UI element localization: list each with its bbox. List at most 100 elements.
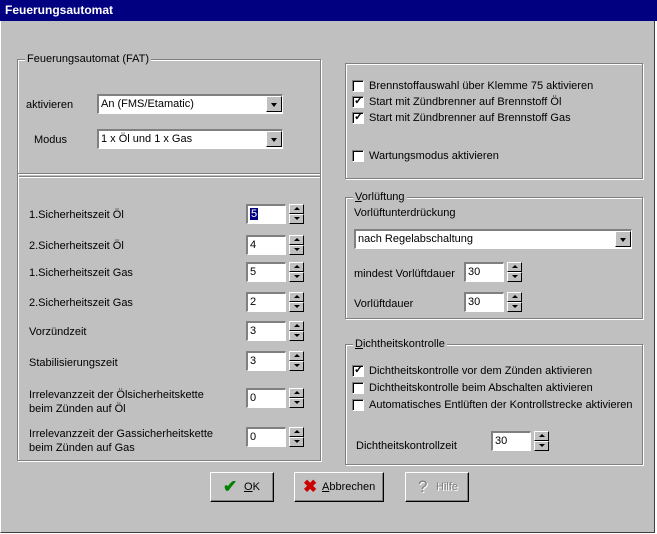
spin-up-icon[interactable]	[289, 235, 304, 245]
spin-value: 0	[250, 392, 257, 404]
window-title: Feuerungsautomat	[5, 3, 114, 17]
vorlueftdauer-label: Vorlüftdauer	[354, 298, 414, 310]
spin-down-icon[interactable]	[289, 437, 304, 447]
spin-value: 3	[250, 325, 257, 337]
modus-select[interactable]: 1 x Öl und 1 x Gas	[97, 129, 283, 149]
spin-value: 30	[495, 435, 508, 447]
aktivieren-select[interactable]: An (FMS/Etamatic)	[97, 94, 283, 114]
spin-up-icon[interactable]	[289, 262, 304, 272]
spin-field[interactable]: 30	[464, 292, 504, 312]
spin-down-icon[interactable]	[289, 245, 304, 255]
time-label-8b: beim Zünden auf Gas	[29, 442, 135, 454]
time-label-1: 1.Sicherheitszeit Öl	[29, 209, 124, 221]
ok-button-label: OK	[244, 481, 260, 493]
time-label-6: Stabilisierungszeit	[29, 357, 118, 369]
checkbox-label: Start mit Zündbrenner auf Brennstoff Gas	[369, 112, 571, 124]
spin-field[interactable]: 2	[246, 292, 286, 312]
time-label-4: 2.Sicherheitszeit Gas	[29, 297, 133, 309]
spin-up-icon[interactable]	[289, 388, 304, 398]
spin-field[interactable]: 0	[246, 427, 286, 447]
spin-field[interactable]: 0	[246, 388, 286, 408]
spin-value: 4	[250, 239, 257, 251]
mindest-vorlueftdauer-label: mindest Vorlüftdauer	[354, 268, 455, 280]
spin-value: 30	[468, 296, 481, 308]
spin-value: 5	[250, 208, 259, 220]
checkbox-label: Start mit Zündbrenner auf Brennstoff Öl	[369, 96, 562, 108]
spin-field[interactable]: 3	[246, 321, 286, 341]
help-button[interactable]: ? Hilfe	[405, 472, 469, 502]
time-label-7: Irrelevanzzeit der Ölsicherheitskette	[29, 389, 204, 401]
time-label-8: Irrelevanzzeit der Gassicherheitskette	[29, 428, 214, 440]
spin-value: 2	[250, 296, 257, 308]
help-button-label: Hilfe	[436, 481, 459, 493]
checkmark-icon: ✔	[223, 477, 238, 496]
time-label-5: Vorzündzeit	[29, 326, 87, 338]
spin-down-icon[interactable]	[289, 272, 304, 282]
cancel-button[interactable]: ✖ Abbrechen	[294, 472, 384, 502]
x-icon: ✖	[303, 477, 318, 496]
checkbox-label: Brennstoffauswahl über Klemme 75 aktivie…	[369, 80, 594, 92]
vorlueftunterdrueckung-dropdown-icon[interactable]	[615, 231, 631, 247]
question-mark-icon: ?	[418, 477, 428, 496]
check-icon: ✓	[354, 364, 364, 376]
spin-field[interactable]: 3	[246, 351, 286, 371]
spin-field[interactable]: 5	[246, 204, 286, 224]
cancel-button-label: Abbrechen	[322, 481, 376, 493]
spin-value: 30	[468, 266, 481, 278]
checkbox-box[interactable]: ✓	[352, 364, 364, 377]
spin-field[interactable]: 30	[491, 431, 531, 451]
group-dichtheit-title: Dichtheitskontrolle	[353, 337, 447, 351]
modus-label: Modus	[34, 134, 68, 146]
checkbox-box[interactable]: ✓	[352, 95, 364, 108]
spin-up-icon[interactable]	[289, 292, 304, 302]
checkbox-box[interactable]	[352, 399, 364, 411]
spin-down-icon[interactable]	[507, 302, 522, 312]
vorlueftunterdrueckung-label: Vorlüftunterdrückung	[354, 207, 456, 219]
spin-up-icon[interactable]	[534, 431, 549, 441]
time-label-3: 1.Sicherheitszeit Gas	[29, 267, 133, 279]
spin-down-icon[interactable]	[289, 214, 304, 224]
group-vorlueftung-title: Vorlüftung	[353, 190, 407, 204]
spin-down-icon[interactable]	[289, 398, 304, 408]
spin-up-icon[interactable]	[289, 204, 304, 214]
spin-up-icon[interactable]	[507, 262, 522, 272]
spin-down-icon[interactable]	[289, 361, 304, 371]
dialog-body: Feuerungsautomat (FAT) aktivieren An (FM…	[0, 21, 655, 533]
checkbox-box[interactable]	[352, 80, 364, 92]
spin-up-icon[interactable]	[289, 321, 304, 331]
spin-down-icon[interactable]	[507, 272, 522, 282]
checkbox-box[interactable]	[352, 150, 364, 162]
dichtheitskontrollzeit-label: Dichtheitskontrollzeit	[356, 440, 457, 452]
spin-value: 0	[250, 431, 257, 443]
spin-up-icon[interactable]	[507, 292, 522, 302]
spin-down-icon[interactable]	[534, 441, 549, 451]
spin-field[interactable]: 5	[246, 262, 286, 282]
check-icon: ✓	[354, 95, 364, 107]
modus-dropdown-icon[interactable]	[266, 131, 282, 147]
spin-field[interactable]: 30	[464, 262, 504, 282]
checkbox-box[interactable]	[352, 382, 364, 394]
check-icon: ✓	[354, 111, 364, 123]
spin-up-icon[interactable]	[289, 427, 304, 437]
group-vorlueftung: Vorlüftung Vorlüftunterdrückung nach Reg…	[345, 190, 643, 319]
aktivieren-dropdown-icon[interactable]	[266, 96, 282, 112]
checkbox-label: Dichtheitskontrolle beim Abschalten akti…	[369, 382, 593, 394]
group-fat: Feuerungsautomat (FAT) aktivieren An (FM…	[17, 52, 321, 177]
vorlueftunterdrueckung-select[interactable]: nach Regelabschaltung	[354, 229, 632, 249]
spin-down-icon[interactable]	[289, 331, 304, 341]
checkbox-box[interactable]: ✓	[352, 111, 364, 124]
aktivieren-select-value: An (FMS/Etamatic)	[101, 98, 194, 110]
group-dichtheit: Dichtheitskontrolle ✓ Dichtheitskontroll…	[345, 337, 643, 465]
checkbox-label: Dichtheitskontrolle vor dem Zünden aktiv…	[369, 365, 593, 377]
group-fat-title: Feuerungsautomat (FAT)	[25, 52, 152, 66]
time-label-2: 2.Sicherheitszeit Öl	[29, 240, 124, 252]
title-bar[interactable]: Feuerungsautomat	[0, 0, 657, 21]
spin-value: 3	[250, 355, 257, 367]
ok-button[interactable]: ✔ OK	[210, 472, 274, 502]
spin-field[interactable]: 4	[246, 235, 286, 255]
spin-value: 5	[250, 266, 257, 278]
spin-down-icon[interactable]	[289, 302, 304, 312]
time-label-7b: beim Zünden auf Öl	[29, 403, 126, 415]
spin-up-icon[interactable]	[289, 351, 304, 361]
group-times: 1.Sicherheitszeit Öl 5 2.Sicherheitszeit…	[17, 173, 321, 461]
